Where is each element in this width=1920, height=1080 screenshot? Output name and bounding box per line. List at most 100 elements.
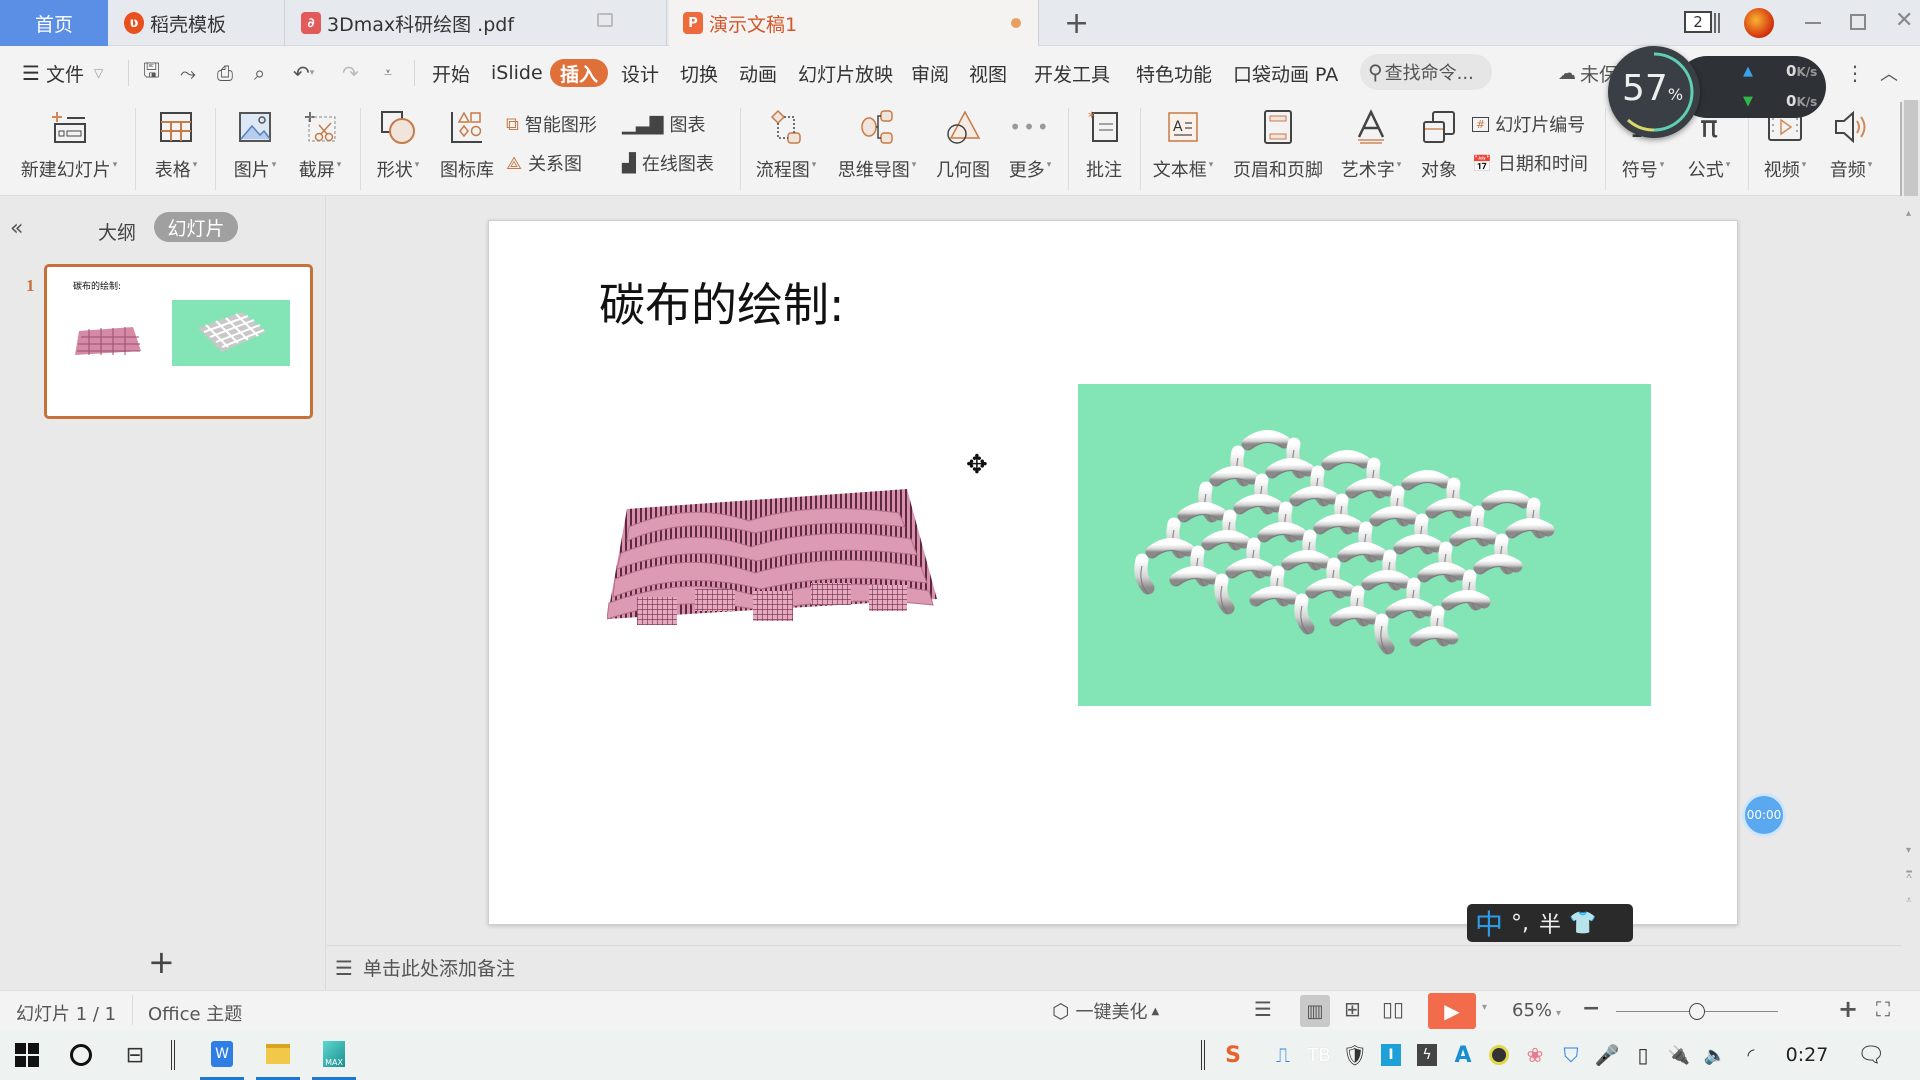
- action-center-icon[interactable]: 🗨: [1857, 1030, 1885, 1080]
- textbox-button[interactable]: A 文本框 ▾: [1146, 100, 1220, 196]
- menu-tab-insert[interactable]: 插入: [550, 59, 609, 87]
- print-preview-icon[interactable]: ⌕: [254, 46, 265, 100]
- prev-slide-icon[interactable]: ⩞: [1906, 870, 1912, 881]
- i-app-tray-icon[interactable]: I: [1378, 1030, 1404, 1080]
- save-icon[interactable]: 🖫: [143, 46, 160, 100]
- shield-tray-icon[interactable]: ⛉: [1558, 1030, 1584, 1080]
- search-cortana-icon[interactable]: [66, 1030, 96, 1080]
- flash-tray-icon[interactable]: ϟ: [1414, 1030, 1440, 1080]
- collapse-ribbon-icon[interactable]: ︿: [1880, 46, 1898, 100]
- camera-tray-icon[interactable]: [1486, 1030, 1512, 1080]
- menu-tab-pocket-animation[interactable]: 口袋动画 PA: [1233, 46, 1338, 100]
- autodesk-tray-icon[interactable]: A: [1450, 1030, 1476, 1080]
- battery-tray-icon[interactable]: 🔌: [1666, 1030, 1692, 1080]
- add-slide-button[interactable]: +: [148, 946, 175, 978]
- header-footer-button[interactable]: 页眉和页脚: [1230, 100, 1326, 196]
- undo-icon[interactable]: ↶ ▾: [293, 46, 314, 100]
- shape-button[interactable]: 形状 ▾: [368, 100, 428, 196]
- restore-icon[interactable]: [1850, 14, 1866, 30]
- flower-tray-icon[interactable]: ❀: [1522, 1030, 1548, 1080]
- security-shield-tray-icon[interactable]: 🛡: [1342, 1030, 1368, 1080]
- sogou-ime-tray-icon[interactable]: S: [1220, 1030, 1246, 1080]
- menu-tab-slideshow[interactable]: 幻灯片放映: [798, 46, 893, 100]
- collapse-panel-icon[interactable]: «: [10, 216, 23, 241]
- play-slideshow-button[interactable]: ▶: [1428, 993, 1476, 1029]
- menu-tab-transition[interactable]: 切换: [680, 46, 718, 100]
- scroll-down-icon[interactable]: ▾: [1906, 845, 1911, 856]
- menu-tab-start[interactable]: 开始: [432, 46, 470, 100]
- flowchart-button[interactable]: 流程图 ▾: [750, 100, 822, 196]
- slide-title[interactable]: 碳布的绘制:: [599, 269, 845, 335]
- windows-start-icon[interactable]: [12, 1030, 42, 1080]
- new-slide-button[interactable]: 新建幻灯片 ▾: [14, 100, 124, 196]
- task-view-icon[interactable]: ⊟: [120, 1030, 150, 1080]
- export-icon[interactable]: ⤳: [180, 46, 196, 100]
- normal-view-button[interactable]: ▥: [1300, 995, 1330, 1027]
- pin-monitor-icon[interactable]: [597, 13, 613, 27]
- ime-width[interactable]: 半: [1539, 907, 1561, 939]
- tab-presentation[interactable]: P 演示文稿1: [669, 0, 1039, 46]
- user-avatar[interactable]: [1744, 8, 1774, 38]
- slide-sorter-icon[interactable]: ⊞: [1344, 997, 1361, 1021]
- ime-mode[interactable]: 中: [1475, 903, 1503, 943]
- more-button[interactable]: ••• 更多 ▾: [1000, 100, 1060, 196]
- menu-tab-view[interactable]: 视图: [969, 46, 1007, 100]
- online-chart-button[interactable]: ▟ 在线图表: [622, 146, 714, 180]
- tab-home[interactable]: 首页: [0, 0, 108, 46]
- slide-thumbnail[interactable]: 碳布的绘制:: [44, 264, 313, 419]
- usb-drive-tray-icon[interactable]: ▯: [1630, 1030, 1656, 1080]
- tab-pdf[interactable]: ∂ 3Dmax科研绘图 .pdf: [287, 0, 667, 46]
- object-button[interactable]: 对象: [1414, 100, 1464, 196]
- menu-tab-developer[interactable]: 开发工具: [1034, 46, 1110, 100]
- mindmap-button[interactable]: 思维导图 ▾: [834, 100, 920, 196]
- icon-library-button[interactable]: 图标库: [436, 100, 498, 196]
- fit-window-icon[interactable]: ⛶: [1876, 997, 1890, 1021]
- more-options-icon[interactable]: ⋮: [1845, 46, 1865, 100]
- scrollbar-thumb[interactable]: [1904, 100, 1918, 196]
- slide-canvas[interactable]: 碳布的绘制: ✥: [488, 220, 1738, 925]
- timer-badge[interactable]: 00:00: [1742, 793, 1786, 837]
- notes-toggle-icon[interactable]: ☰: [1254, 997, 1272, 1021]
- taskbar-explorer-app[interactable]: [256, 1030, 300, 1080]
- print-icon[interactable]: ⎙: [217, 46, 233, 100]
- command-search[interactable]: ⚲ 查找命令...: [1360, 54, 1492, 90]
- minimize-icon[interactable]: [1805, 22, 1821, 24]
- ime-punctuation[interactable]: °,: [1511, 911, 1529, 936]
- window-count-button[interactable]: 2: [1684, 11, 1712, 33]
- beautify-button[interactable]: ⬡ 一键美化 ▲: [1052, 998, 1159, 1024]
- geometry-button[interactable]: 几何图: [932, 100, 994, 196]
- clock[interactable]: 0:27: [1782, 1030, 1832, 1080]
- reading-view-icon[interactable]: ▯▯: [1382, 997, 1404, 1021]
- ime-toolbar[interactable]: 中 °, 半 👕: [1467, 904, 1633, 942]
- menu-tab-features[interactable]: 特色功能: [1136, 46, 1212, 100]
- menu-tab-review[interactable]: 审阅: [911, 46, 949, 100]
- theme-name[interactable]: Office 主题: [148, 1000, 242, 1026]
- smart-art-button[interactable]: ⧉ 智能图形: [506, 107, 597, 141]
- redo-icon[interactable]: ↷: [342, 46, 359, 100]
- close-icon[interactable]: ✕: [1895, 8, 1913, 33]
- zoom-level[interactable]: 65% ▾: [1512, 1000, 1561, 1021]
- volume-tray-icon[interactable]: 🔈: [1702, 1030, 1728, 1080]
- usb-tray-icon[interactable]: ⎍: [1270, 1030, 1296, 1080]
- zoom-slider[interactable]: [1616, 1003, 1778, 1020]
- file-menu[interactable]: ☰ 文件 ▽: [22, 46, 103, 100]
- comment-button[interactable]: * 批注: [1076, 100, 1132, 196]
- menu-tab-design[interactable]: 设计: [621, 46, 659, 100]
- zoom-out-button[interactable]: −: [1582, 996, 1600, 1021]
- vertical-scrollbar[interactable]: ▴ ▾ ⩞ ⩡: [1902, 100, 1920, 990]
- slideshow-options-icon[interactable]: ▾: [1482, 1002, 1487, 1013]
- microphone-tray-icon[interactable]: 🎤: [1594, 1030, 1620, 1080]
- slide-number-button[interactable]: # 幻灯片编号: [1472, 107, 1585, 141]
- notes-area[interactable]: ☰ 单击此处添加备注: [327, 945, 1902, 989]
- ime-skin-icon[interactable]: 👕: [1569, 911, 1596, 936]
- picture-button[interactable]: 图片 ▾: [225, 100, 285, 196]
- table-button[interactable]: 表格 ▾: [146, 100, 206, 196]
- wifi-tray-icon[interactable]: ◜: [1738, 1030, 1764, 1080]
- relation-button[interactable]: ⟁ 关系图: [506, 146, 582, 180]
- tab-docer[interactable]: ʋ 稻壳模板: [110, 0, 285, 46]
- carbon-mesh-image[interactable]: [1078, 384, 1651, 706]
- zoom-in-button[interactable]: +: [1838, 995, 1858, 1023]
- tab-slides[interactable]: 幻灯片: [154, 212, 238, 242]
- wordart-button[interactable]: 艺术字 ▾: [1336, 100, 1406, 196]
- next-slide-icon[interactable]: ⩡: [1906, 895, 1912, 906]
